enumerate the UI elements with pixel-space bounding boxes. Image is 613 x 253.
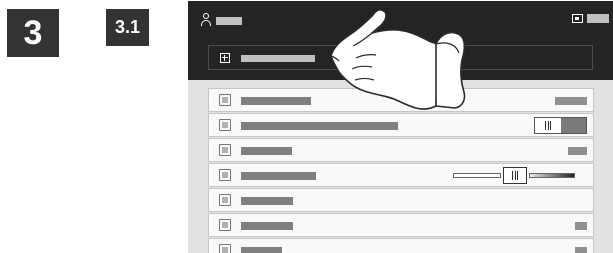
pointing-hand-icon <box>330 9 466 110</box>
